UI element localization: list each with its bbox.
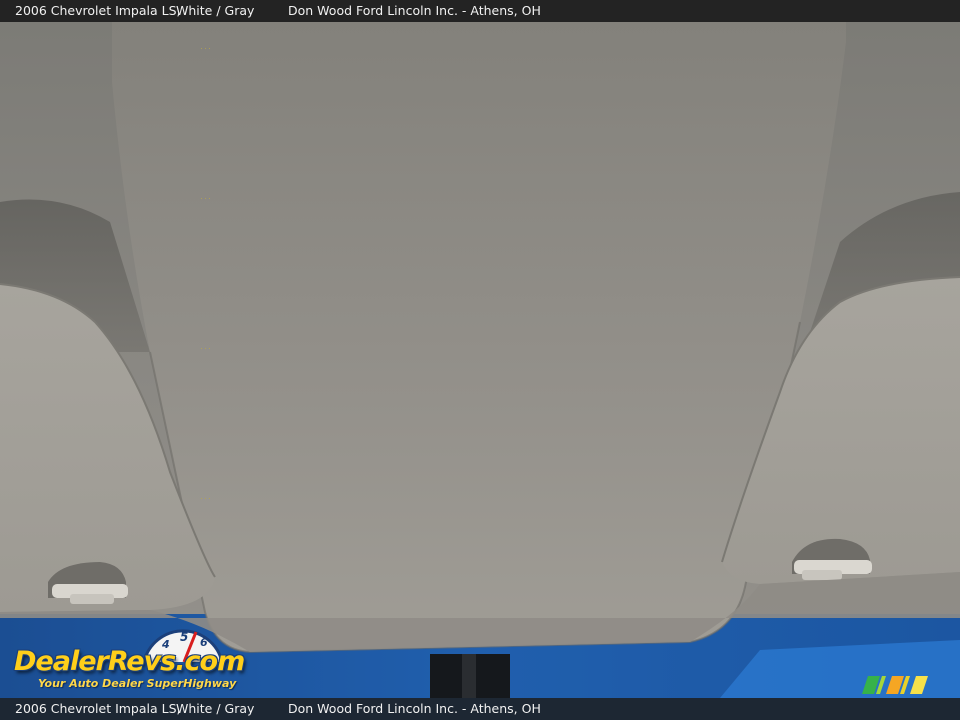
- dealer-name-bottom: Don Wood Ford Lincoln Inc. - Athens, OH: [288, 701, 541, 716]
- watermark-tagline: Your Auto Dealer SuperHighway: [38, 677, 237, 690]
- dealer-name: Don Wood Ford Lincoln Inc. - Athens, OH: [288, 3, 541, 18]
- watermark-brand: DealerRevs.com: [14, 646, 245, 677]
- vehicle-title-bottom: 2006 Chevrolet Impala LS,: [15, 701, 181, 716]
- bottom-caption-bar: 2006 Chevrolet Impala LS, White / Gray D…: [0, 698, 960, 720]
- vehicle-colors: White / Gray: [176, 3, 255, 18]
- vehicle-photo: [0, 22, 960, 698]
- vehicle-title: 2006 Chevrolet Impala LS,: [15, 3, 181, 18]
- top-caption-bar: 2006 Chevrolet Impala LS, White / Gray D…: [0, 0, 960, 22]
- vehicle-colors-bottom: White / Gray: [176, 701, 255, 716]
- dealerrevs-watermark: 4 5 6 DealerRevs.com Your Auto Dealer Su…: [10, 622, 270, 694]
- photo-page: 2006 Chevrolet Impala LS, White / Gray D…: [0, 0, 960, 720]
- gauge-digit-5: 5: [180, 630, 188, 644]
- headliner-illustration: [0, 22, 960, 698]
- brand-stripes-icon: [862, 676, 928, 694]
